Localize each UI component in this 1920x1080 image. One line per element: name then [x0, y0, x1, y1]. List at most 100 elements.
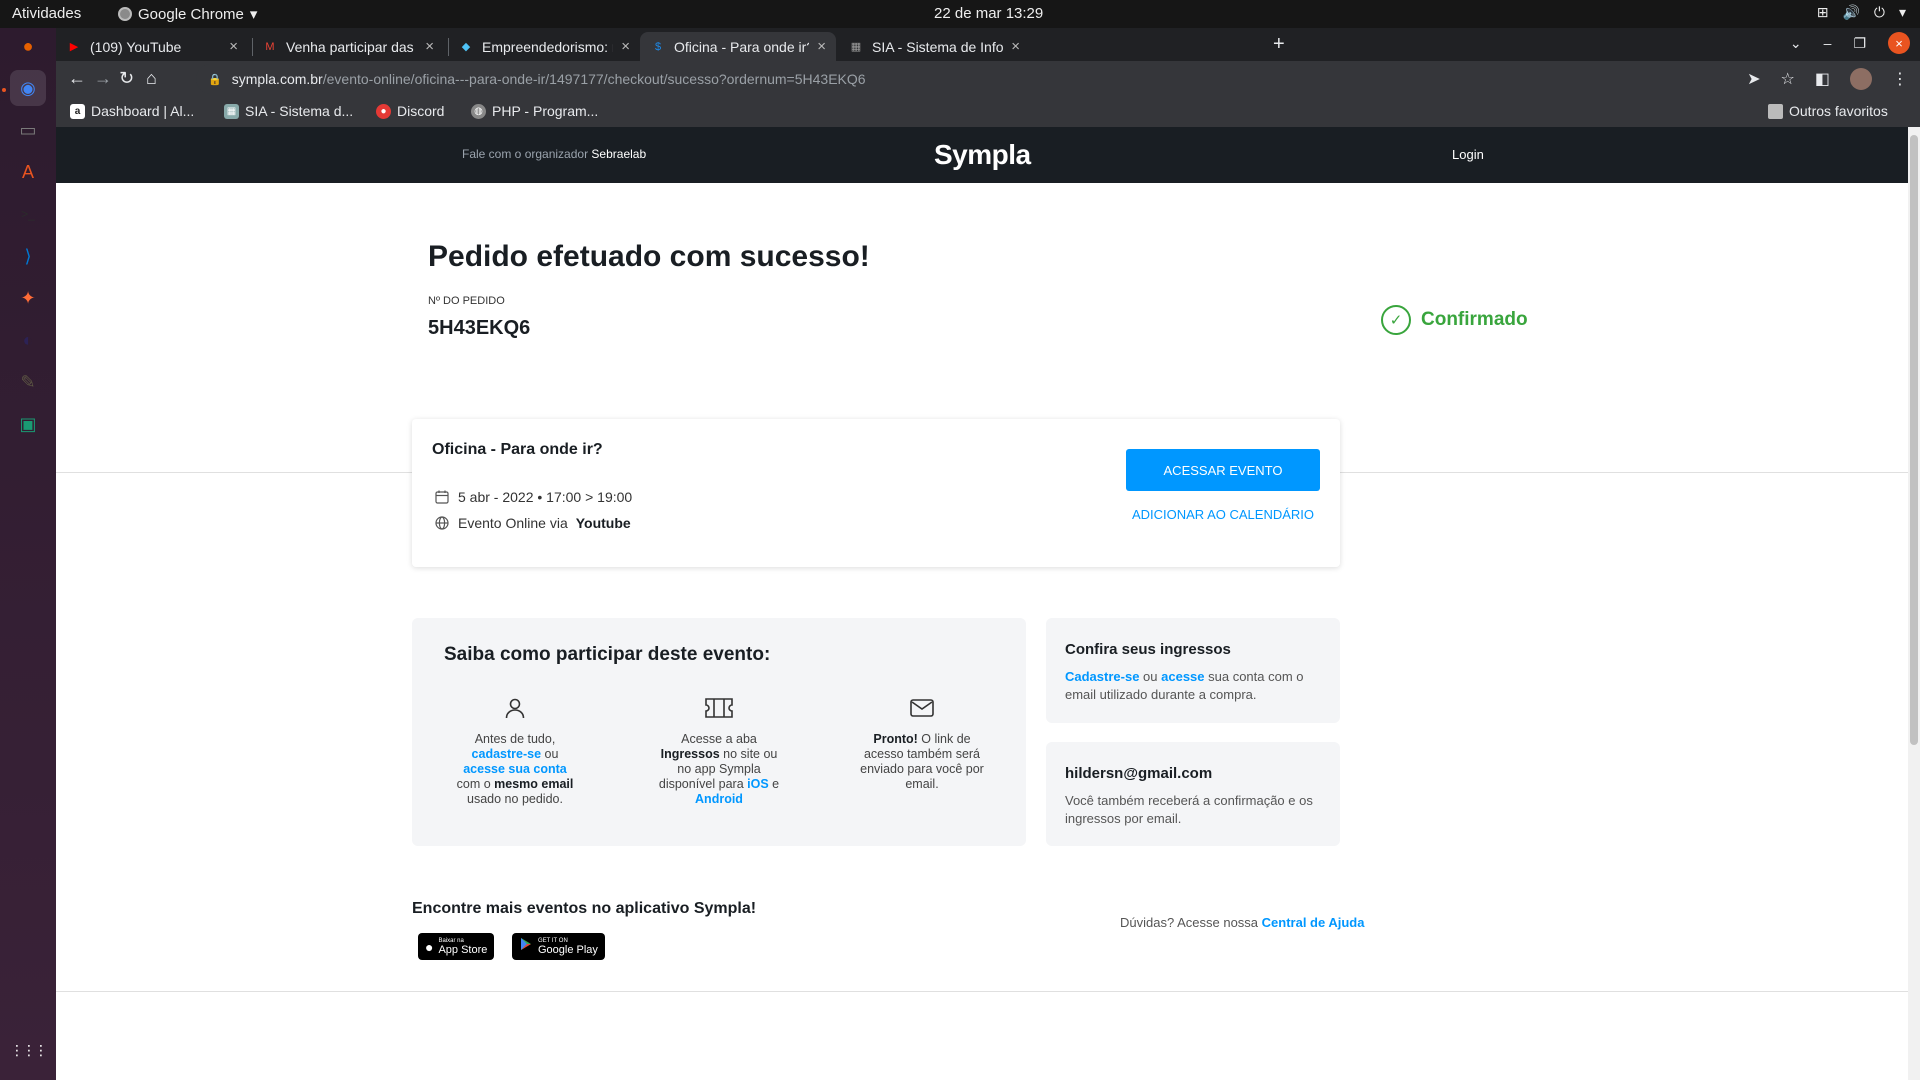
dock-vscode-icon[interactable]: ⟩	[10, 238, 46, 274]
window-controls: ⌄ – ❐ ×	[1790, 32, 1910, 54]
caret-down-icon: ▾	[249, 6, 258, 23]
tab-youtube[interactable]: ▶ (109) YouTube ×	[56, 32, 248, 61]
close-window-button[interactable]: ×	[1888, 32, 1910, 54]
close-icon[interactable]: ×	[229, 38, 238, 55]
discord-icon: ●	[376, 103, 391, 119]
address-bar[interactable]: 🔒 sympla.com.br/evento-online/oficina---…	[196, 64, 1796, 94]
restore-button[interactable]: ❐	[1853, 35, 1866, 52]
tab-empreendedorismo[interactable]: ◆ Empreendedorismo: meu ×	[448, 32, 640, 61]
access-link[interactable]: acesse	[1161, 669, 1204, 684]
app-menu[interactable]: Google Chrome ▾	[118, 5, 257, 23]
tab-strip: ▶ (109) YouTube × M Venha participar das…	[56, 28, 1920, 61]
dashboard-icon: a	[70, 103, 85, 119]
active-app-indicator	[2, 88, 6, 92]
bookmark-label: PHP - Program...	[492, 103, 599, 119]
tab-title: Venha participar das Ofic	[286, 38, 417, 55]
bookmark-star-icon[interactable]: ☆	[1781, 69, 1795, 89]
dock-chrome-icon[interactable]: ◉	[10, 70, 46, 106]
dock-gimp-icon[interactable]: ✎	[10, 364, 46, 400]
new-tab-button[interactable]: +	[1273, 33, 1285, 56]
system-tray[interactable]: ⊞ 🔊 ⏻ ▾	[1817, 4, 1906, 21]
step-tickets-tab: Acesse a aba Ingressos no site ou no app…	[654, 694, 784, 807]
help-text: Dúvidas? Acesse nossa Central de Ajuda	[1120, 915, 1365, 930]
how-to-join-title: Saiba como participar deste evento:	[444, 644, 771, 665]
sympla-logo[interactable]: Sympla	[934, 139, 1031, 171]
access-account-link[interactable]: acesse sua conta	[463, 762, 567, 776]
tab-search-icon[interactable]: ⌄	[1790, 35, 1802, 52]
forward-icon[interactable]: →	[94, 68, 112, 89]
dock-files-icon[interactable]: ▭	[10, 112, 46, 148]
page-scrollbar[interactable]	[1908, 127, 1920, 1080]
folder-icon	[1768, 103, 1783, 119]
other-bookmarks[interactable]: Outros favoritos	[1768, 103, 1888, 119]
event-date: 5 abr - 2022 • 17:00 > 19:00	[434, 489, 632, 505]
bookmark-discord[interactable]: ● Discord	[376, 103, 444, 119]
email-card: hildersn@gmail.com Você também receberá …	[1046, 742, 1340, 846]
login-link[interactable]: Login	[1452, 147, 1484, 162]
reload-icon[interactable]: ↻	[119, 68, 134, 89]
android-link[interactable]: Android	[695, 792, 743, 806]
bookmark-label: Discord	[397, 103, 445, 119]
volume-icon: 🔊	[1842, 4, 1860, 20]
tab-title: Oficina - Para onde ir?	[674, 38, 810, 55]
diamond-icon: ◆	[461, 41, 471, 53]
tab-sia[interactable]: ▦ SIA - Sistema de Informaç ×	[838, 32, 1030, 61]
app-store-button[interactable]: ● Baixar na App Store	[418, 933, 495, 960]
bookmark-sia[interactable]: ▦ SIA - Sistema d...	[224, 103, 353, 119]
close-icon[interactable]: ×	[1011, 38, 1020, 55]
status-badge: ✓ Confirmado	[1381, 305, 1528, 335]
dock-eclipse-icon[interactable]: ◐	[10, 322, 46, 358]
apps-title: Encontre mais eventos no aplicativo Symp…	[412, 900, 757, 917]
lock-icon[interactable]: 🔒	[208, 73, 222, 86]
close-icon[interactable]: ×	[817, 38, 826, 55]
clock[interactable]: 22 de mar 13:29	[934, 5, 1043, 22]
dock-firefox-icon[interactable]: ●	[10, 28, 46, 64]
email-card-text: Você também receberá a confirmação e os …	[1065, 793, 1313, 826]
home-icon[interactable]: ⌂	[146, 68, 157, 89]
toolbar-actions: ➤ ☆ ◧ ⋮	[1747, 68, 1908, 90]
event-date-text: 5 abr - 2022 • 17:00 > 19:00	[458, 489, 633, 505]
register-link[interactable]: cadastre-se	[472, 747, 542, 761]
tab-title: SIA - Sistema de Informaç	[872, 38, 1004, 55]
side-panel-icon[interactable]: ◧	[1815, 69, 1830, 89]
sympla-icon: $	[654, 40, 662, 53]
scrollbar-thumb[interactable]	[1910, 135, 1918, 745]
play-icon	[519, 937, 533, 956]
bookmark-label: SIA - Sistema d...	[245, 103, 354, 119]
organizer-contact[interactable]: Fale com o organizador Sebraelab	[462, 147, 646, 161]
activities-button[interactable]: Atividades	[12, 5, 81, 22]
signup-link[interactable]: Cadastre-se	[1065, 669, 1139, 684]
close-icon[interactable]: ×	[621, 38, 630, 55]
browser-window: ▶ (109) YouTube × M Venha participar das…	[56, 28, 1920, 1080]
add-to-calendar-link[interactable]: ADICIONAR AO CALENDÁRIO	[1126, 501, 1320, 527]
access-event-button[interactable]: ACESSAR EVENTO	[1126, 449, 1320, 491]
dock-postman-icon[interactable]: ✦	[10, 280, 46, 316]
dock-android-icon[interactable]: ▣	[10, 406, 46, 442]
send-icon[interactable]: ➤	[1747, 69, 1760, 89]
profile-avatar[interactable]	[1850, 68, 1872, 90]
user-icon	[450, 694, 580, 722]
bookmarks-bar: a Dashboard | Al... ▦ SIA - Sistema d...…	[56, 97, 1920, 127]
menu-kebab-icon[interactable]: ⋮	[1892, 69, 1908, 89]
show-apps-grid-icon[interactable]: ⋮⋮⋮	[10, 1032, 48, 1068]
divider	[56, 991, 1908, 992]
bookmark-label: Dashboard | Al...	[91, 103, 195, 119]
dock-software-icon[interactable]: A	[10, 154, 46, 190]
ios-link[interactable]: iOS	[747, 777, 769, 791]
bookmark-dashboard[interactable]: a Dashboard | Al...	[70, 103, 194, 119]
tab-oficina-active[interactable]: $ Oficina - Para onde ir? ×	[640, 32, 836, 61]
close-icon[interactable]: ×	[425, 38, 434, 55]
event-title: Oficina - Para onde ir?	[432, 441, 603, 458]
tickets-card: Confira seus ingressos Cadastre-se ou ac…	[1046, 618, 1340, 723]
gmail-icon: M	[265, 40, 275, 53]
minimize-button[interactable]: –	[1824, 35, 1832, 51]
help-center-link[interactable]: Central de Ajuda	[1262, 915, 1365, 930]
tab-gmail[interactable]: M Venha participar das Ofic ×	[252, 32, 444, 61]
youtube-icon: ▶	[69, 41, 79, 53]
bookmark-php[interactable]: ◍ PHP - Program...	[471, 103, 598, 119]
organizer-name[interactable]: Sebraelab	[591, 147, 646, 161]
dock-terminal-icon[interactable]: >_	[10, 196, 46, 232]
tab-title: (109) YouTube	[90, 38, 182, 55]
back-icon[interactable]: ←	[68, 68, 86, 89]
google-play-button[interactable]: GET IT ON Google Play	[512, 933, 605, 960]
